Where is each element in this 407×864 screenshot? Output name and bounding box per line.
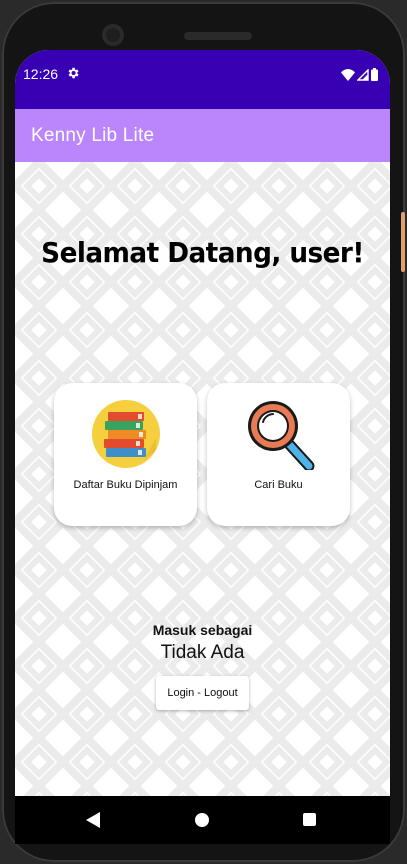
back-icon[interactable] [86, 812, 100, 828]
screen: 12:26 Kenny Lib Lite Selamat Datang, use… [15, 50, 390, 796]
status-time: 12:26 [23, 66, 59, 82]
search-books-label: Cari Buku [254, 479, 303, 491]
magnifier-icon [248, 401, 315, 470]
app-bar: Kenny Lib Lite [15, 109, 390, 162]
home-icon[interactable] [195, 813, 209, 827]
power-button [401, 212, 405, 272]
status-icons [341, 67, 378, 81]
login-as-label: Masuk sebagai [152, 622, 253, 638]
wifi-icon [341, 69, 355, 81]
status-bar: 12:26 [15, 50, 390, 109]
battery-icon [371, 68, 378, 81]
welcome-heading: Selamat Datang, user! [41, 236, 364, 269]
navigation-bar [15, 796, 390, 844]
main-content: Selamat Datang, user! Daftar Buku Dipinj… [15, 162, 390, 796]
borrowed-books-label: Daftar Buku Dipinjam [73, 479, 178, 491]
cell-signal-icon [357, 69, 369, 81]
app-title: Kenny Lib Lite [31, 125, 155, 146]
recents-icon[interactable] [303, 813, 316, 826]
search-books-card[interactable]: Cari Buku [207, 383, 350, 526]
books-icon [92, 400, 160, 468]
settings-icon [68, 67, 79, 79]
login-logout-button[interactable]: Login - Logout [156, 676, 249, 710]
login-as-value: Tidak Ada [160, 642, 245, 663]
front-camera [102, 24, 124, 46]
earpiece-speaker [184, 32, 252, 40]
borrowed-books-card[interactable]: Daftar Buku Dipinjam [54, 383, 197, 526]
